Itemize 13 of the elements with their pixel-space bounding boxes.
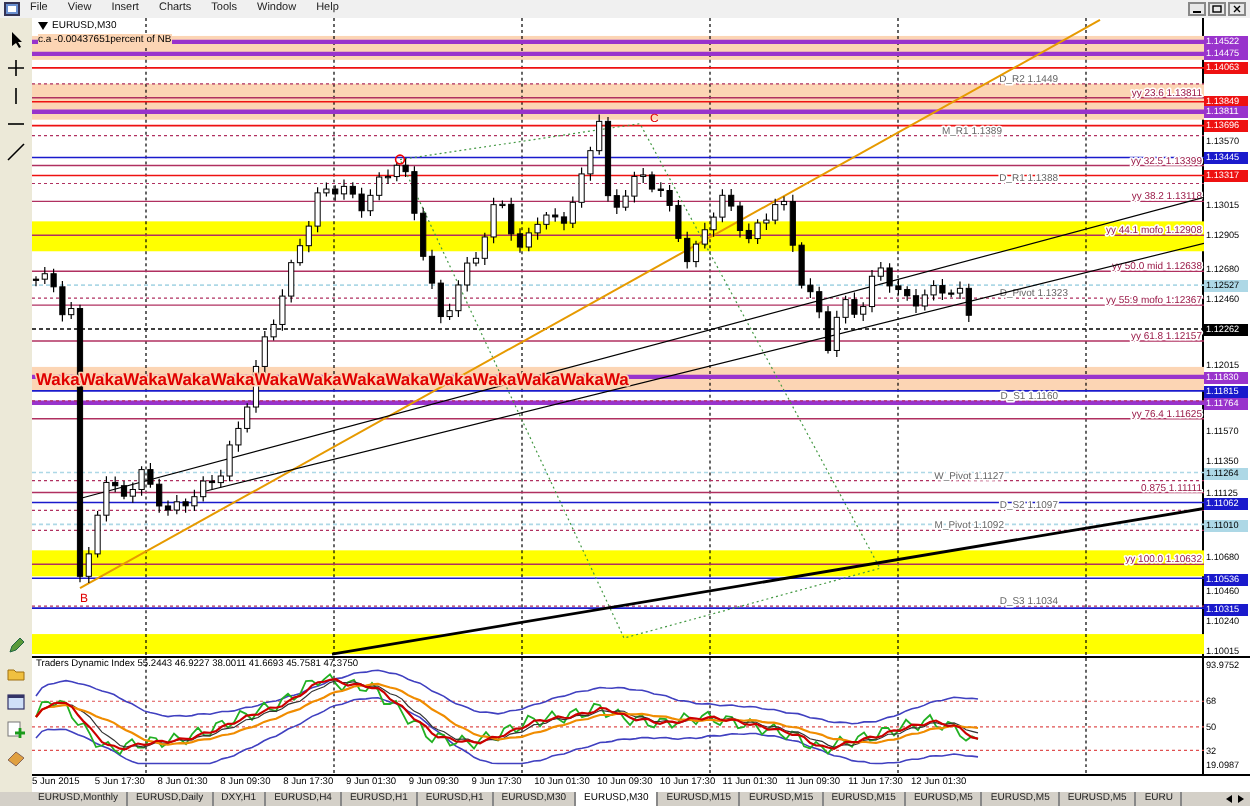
trend-line-icon[interactable] <box>6 142 26 162</box>
window-icon[interactable] <box>6 692 26 712</box>
add-icon[interactable] <box>6 720 26 740</box>
crosshair-icon[interactable] <box>6 58 26 78</box>
pencil-icon[interactable] <box>6 636 26 656</box>
wave-marker-icon <box>394 154 406 165</box>
restore-icon[interactable] <box>1208 2 1226 16</box>
eraser-icon[interactable] <box>6 748 26 768</box>
cursor-icon[interactable] <box>6 30 26 50</box>
app-icon[interactable] <box>4 2 20 16</box>
close-icon[interactable] <box>1228 2 1246 16</box>
dropdown-icon[interactable] <box>38 22 48 30</box>
minimize-icon[interactable] <box>1188 2 1206 16</box>
